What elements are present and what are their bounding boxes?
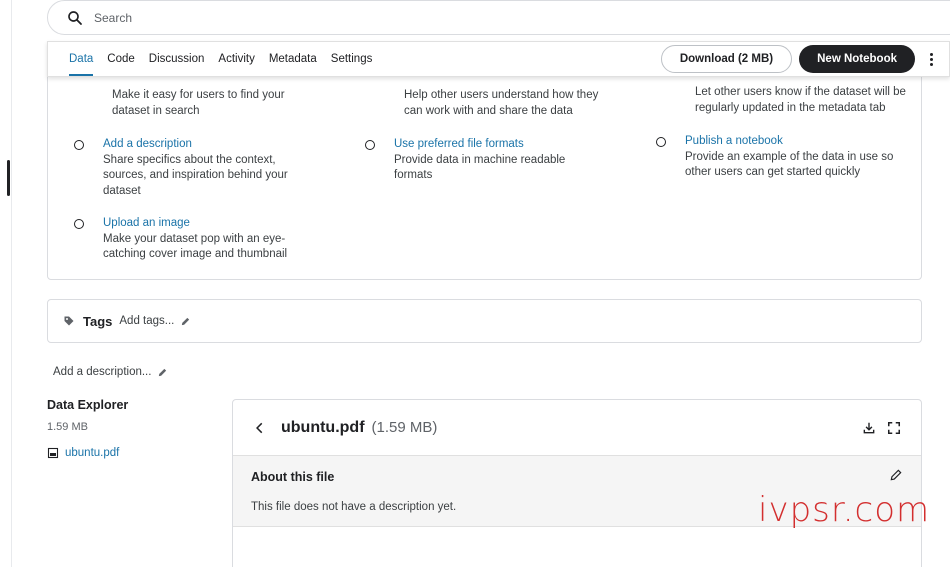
tab-settings[interactable]: Settings <box>331 42 373 76</box>
checklist-desc: Make your dataset pop with an eye-catchi… <box>103 232 288 261</box>
tags-section: Tags Add tags... <box>47 299 922 343</box>
download-button[interactable]: Download (2 MB) <box>660 45 793 73</box>
tab-activity[interactable]: Activity <box>218 42 254 76</box>
search-input[interactable] <box>94 10 394 25</box>
about-file-text: This file does not have a description ye… <box>251 501 457 513</box>
about-file-title: About this file <box>251 470 335 484</box>
checklist-desc: Help other users understand how they can… <box>404 89 599 117</box>
dataset-tab-bar: Data Code Discussion Activity Metadata S… <box>47 41 950 77</box>
rail-active-marker <box>7 160 10 196</box>
more-options-icon[interactable] <box>923 49 939 69</box>
edit-pencil-icon[interactable] <box>889 468 903 482</box>
search-icon <box>68 10 82 25</box>
file-title: ubuntu.pdf <box>281 418 365 436</box>
data-explorer-size: 1.59 MB <box>47 421 88 433</box>
tab-code[interactable]: Code <box>107 42 135 76</box>
explorer-file-name: ubuntu.pdf <box>65 447 120 459</box>
tags-label: Tags <box>83 313 113 329</box>
file-header: ubuntu.pdf (1.59 MB) <box>233 400 921 455</box>
edit-tags-pencil-icon[interactable] <box>180 316 191 327</box>
checklist-item-image[interactable]: Upload an image Make your dataset pop wi… <box>74 216 303 263</box>
checklist-item-license: Help other users understand how they can… <box>375 88 614 119</box>
download-icon[interactable] <box>862 421 876 435</box>
search-bar[interactable] <box>47 0 950 35</box>
checklist-desc: Share specifics about the context, sourc… <box>103 153 288 197</box>
checklist-radio[interactable] <box>74 140 84 150</box>
checklist-desc: Provide data in machine readable formats <box>394 153 566 182</box>
new-notebook-button[interactable]: New Notebook <box>799 45 915 73</box>
checklist-title-link[interactable]: Use preferred file formats <box>394 137 584 153</box>
checklist-radio[interactable] <box>74 219 84 229</box>
tab-discussion[interactable]: Discussion <box>149 42 205 76</box>
back-chevron-icon[interactable] <box>253 421 267 435</box>
checklist-item-notebook[interactable]: Publish a notebook Provide an example of… <box>656 134 905 181</box>
checklist-item-update: Let other users know if the dataset will… <box>666 85 915 116</box>
add-description-label: Add a description... <box>53 366 152 378</box>
checklist-radio[interactable] <box>656 137 666 147</box>
edit-description-pencil-icon[interactable] <box>157 367 168 378</box>
tab-actions: Download (2 MB) New Notebook <box>660 42 949 76</box>
checklist-desc: Let other users know if the dataset will… <box>695 86 906 114</box>
tag-icon <box>64 316 74 326</box>
tab-metadata[interactable]: Metadata <box>269 42 317 76</box>
file-size: (1.59 MB) <box>371 419 438 436</box>
checklist-radio[interactable] <box>365 140 375 150</box>
dataset-checklist-card: Make it easy for users to find your data… <box>47 50 922 280</box>
checklist-item-description[interactable]: Add a description Share specifics about … <box>74 137 303 199</box>
add-tags-link[interactable]: Add tags... <box>119 315 174 327</box>
checklist-title-link[interactable]: Upload an image <box>103 216 303 232</box>
file-preview-panel: ubuntu.pdf (1.59 MB) About this file Thi… <box>232 399 922 567</box>
checklist-title-link[interactable]: Publish a notebook <box>685 134 905 150</box>
tab-data[interactable]: Data <box>69 42 94 76</box>
pdf-file-icon <box>47 447 59 459</box>
left-rail <box>0 0 12 567</box>
data-explorer-title: Data Explorer <box>47 398 129 412</box>
checklist-item-file-formats[interactable]: Use preferred file formats Provide data … <box>365 137 584 184</box>
checklist-desc: Provide an example of the data in use so… <box>685 150 894 179</box>
explorer-file-item[interactable]: ubuntu.pdf <box>47 447 119 459</box>
add-description-link[interactable]: Add a description... <box>53 366 168 378</box>
checklist-title-link[interactable]: Add a description <box>103 137 303 153</box>
file-tools <box>851 421 921 435</box>
watermark-text: ivpsr.com <box>758 490 931 530</box>
fullscreen-icon[interactable] <box>887 421 901 435</box>
checklist-item-tags: Make it easy for users to find your data… <box>83 88 302 119</box>
tab-list: Data Code Discussion Activity Metadata S… <box>48 42 386 76</box>
checklist-desc: Make it easy for users to find your data… <box>112 89 285 117</box>
